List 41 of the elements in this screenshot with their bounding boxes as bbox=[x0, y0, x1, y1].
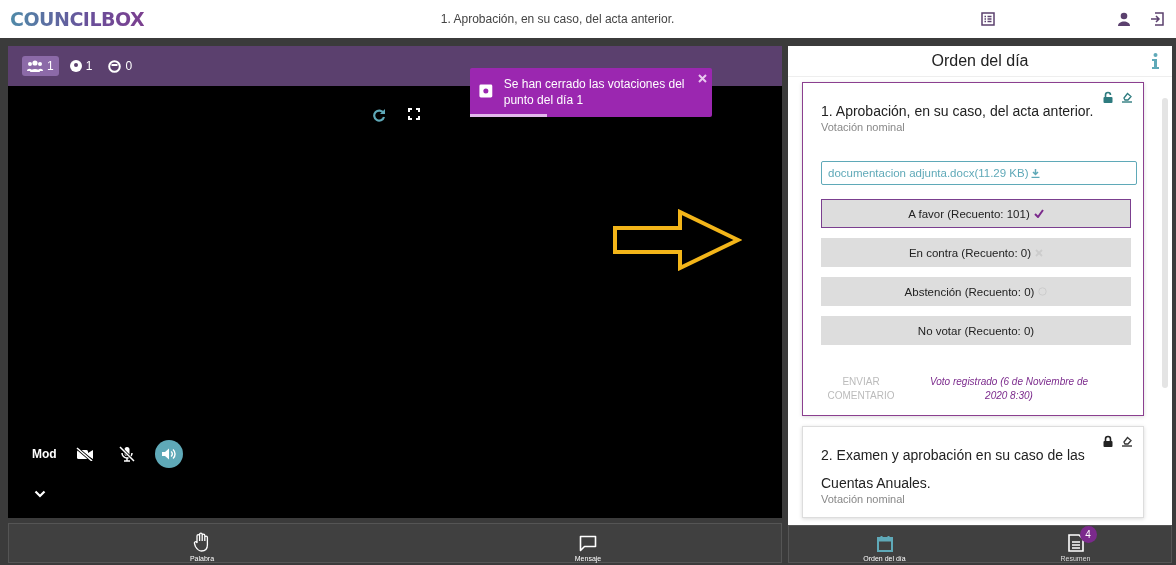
agenda-card[interactable]: 2. Examen y aprobación en su caso de las Cuentas Anuales. Votación nominal bbox=[802, 426, 1144, 518]
speaker-icon bbox=[161, 448, 176, 460]
chevron-down-icon[interactable] bbox=[34, 490, 46, 498]
calendar-icon bbox=[876, 535, 893, 552]
document-icon bbox=[1067, 534, 1084, 552]
logout-icon[interactable] bbox=[1150, 12, 1164, 26]
vote-option[interactable]: No votar (Recuento: 0) bbox=[821, 316, 1131, 345]
agenda-item-title: 1. Aprobación, en su caso, del acta anterior. bbox=[821, 102, 1095, 121]
agenda-item-title: 2. Examen y aprobación en su caso de las Cuentas Anuales. bbox=[821, 446, 1086, 493]
agenda-card[interactable] bbox=[802, 82, 1144, 416]
notification-badge: 4 bbox=[1079, 526, 1097, 543]
vote-option[interactable]: A favor (Recuento: 101) bbox=[821, 199, 1131, 228]
panel-title: Orden del día bbox=[931, 52, 1029, 70]
user-icon[interactable] bbox=[1117, 12, 1131, 26]
moderator-label: Mod bbox=[32, 447, 57, 461]
vote-option[interactable]: Abstención (Recuento: 0) bbox=[821, 277, 1131, 306]
location-icon bbox=[69, 60, 82, 72]
reload-icon[interactable] bbox=[372, 108, 386, 122]
participant-count[interactable]: 1 bbox=[64, 56, 98, 76]
participant-count[interactable]: 0 bbox=[103, 56, 138, 76]
speaker-button[interactable] bbox=[154, 440, 183, 468]
eraser-icon[interactable] bbox=[1121, 435, 1133, 447]
voting-type: Votación nominal bbox=[821, 493, 906, 505]
voting-type: Votación nominal bbox=[821, 121, 906, 133]
info-icon[interactable] bbox=[1151, 53, 1160, 69]
toast-message: Se han cerrado las votaciones del punto del día 1 bbox=[503, 76, 686, 108]
people-icon bbox=[27, 60, 43, 72]
participant-count[interactable]: 1 bbox=[22, 56, 59, 76]
vote-option[interactable]: En contra (Recuento: 0) bbox=[821, 238, 1131, 267]
chat-icon bbox=[579, 535, 597, 552]
vote-status: Voto registrado (6 de Noviembre de 2020 8:30) bbox=[928, 375, 1089, 403]
hand-icon bbox=[193, 532, 211, 552]
download-icon[interactable] bbox=[1030, 168, 1040, 178]
face-icon bbox=[108, 59, 122, 73]
check-icon bbox=[1033, 209, 1044, 218]
list-icon[interactable] bbox=[981, 12, 995, 26]
scrollbar[interactable] bbox=[1162, 98, 1168, 388]
fullscreen-icon[interactable] bbox=[408, 108, 420, 120]
camera-off-icon bbox=[75, 447, 94, 461]
mic-off-icon bbox=[118, 446, 135, 462]
close-icon[interactable] bbox=[698, 74, 707, 83]
